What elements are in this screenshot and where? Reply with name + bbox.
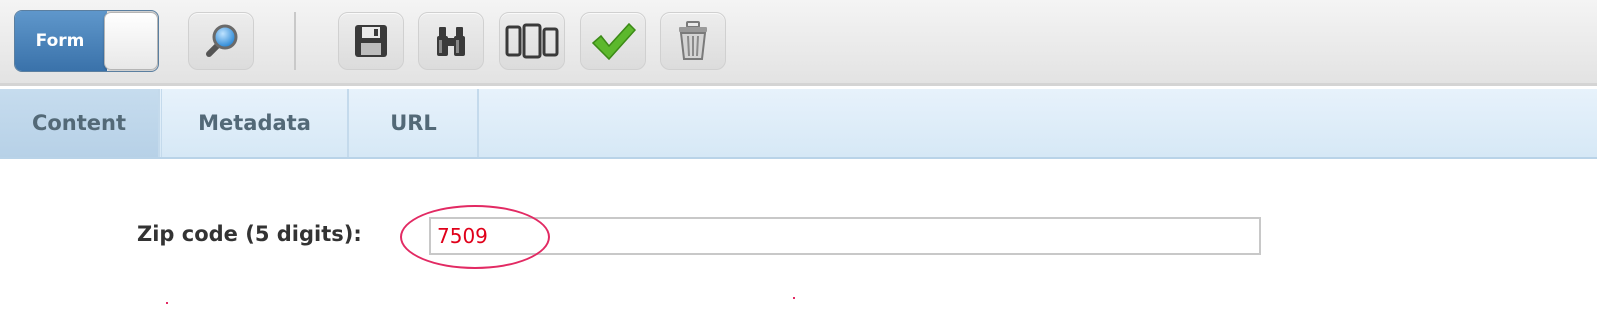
zip-code-input[interactable] bbox=[429, 217, 1261, 255]
zip-code-label: Zip code (5 digits): bbox=[137, 222, 362, 246]
tab-url[interactable]: URL bbox=[350, 89, 479, 157]
tab-bar: Content Metadata URL bbox=[0, 89, 1597, 159]
magnifier-icon bbox=[206, 24, 238, 57]
toggle-knob[interactable] bbox=[104, 12, 158, 70]
devices-button[interactable] bbox=[499, 12, 565, 70]
binoculars-icon bbox=[437, 27, 465, 56]
tab-content[interactable]: Content bbox=[0, 89, 160, 157]
preview-button[interactable] bbox=[188, 12, 254, 70]
toolbar: Form bbox=[0, 0, 1597, 86]
form-mode-label: Form bbox=[15, 11, 107, 71]
tab-metadata[interactable]: Metadata bbox=[161, 89, 349, 157]
form-mode-toggle[interactable]: Form bbox=[14, 10, 159, 72]
save-button[interactable] bbox=[338, 12, 404, 70]
find-button[interactable] bbox=[418, 12, 484, 70]
toolbar-separator bbox=[294, 12, 296, 70]
floppy-disk-icon bbox=[355, 25, 387, 57]
devices-icon bbox=[505, 23, 559, 59]
checkmark-icon bbox=[591, 22, 637, 61]
trash-icon bbox=[679, 21, 707, 60]
annotation-dot bbox=[793, 297, 795, 299]
approve-button[interactable] bbox=[580, 12, 646, 70]
annotation-dot bbox=[166, 302, 168, 304]
delete-button[interactable] bbox=[660, 12, 726, 70]
